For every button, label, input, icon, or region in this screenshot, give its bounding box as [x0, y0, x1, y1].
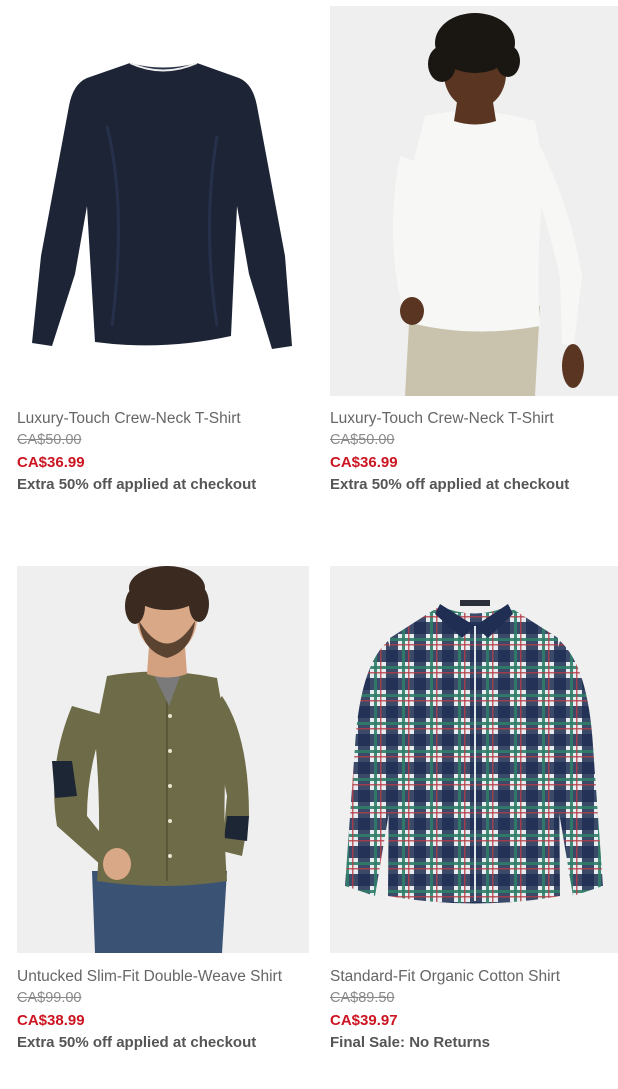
original-price: CA$50.00 [17, 430, 309, 451]
product-name[interactable]: Luxury-Touch Crew-Neck T-Shirt [330, 409, 618, 429]
product-grid: Luxury-Touch Crew-Neck T-Shirt CA$50.00 … [0, 0, 618, 1089]
promo-text: Extra 50% off applied at checkout [330, 474, 618, 496]
original-price: CA$99.00 [17, 988, 309, 1009]
plaid-button-shirt-image [330, 566, 618, 953]
sale-price: CA$36.99 [17, 451, 309, 474]
product-card[interactable]: Luxury-Touch Crew-Neck T-Shirt CA$50.00 … [330, 6, 618, 496]
promo-text: Final Sale: No Returns [330, 1032, 618, 1054]
sale-price: CA$38.99 [17, 1009, 309, 1032]
product-image-white-tee-model[interactable] [330, 6, 618, 396]
product-image-olive-shirt-model[interactable] [17, 566, 309, 953]
sale-price: CA$36.99 [330, 451, 618, 474]
product-image-navy-tee[interactable] [17, 6, 309, 396]
product-card[interactable]: Luxury-Touch Crew-Neck T-Shirt CA$50.00 … [17, 6, 309, 496]
product-card[interactable]: Standard-Fit Organic Cotton Shirt CA$89.… [330, 566, 618, 1054]
model-white-long-sleeve-tee-image [330, 6, 618, 396]
product-name[interactable]: Luxury-Touch Crew-Neck T-Shirt [17, 409, 309, 429]
promo-text: Extra 50% off applied at checkout [17, 474, 309, 496]
product-name[interactable]: Untucked Slim-Fit Double-Weave Shirt [17, 967, 309, 987]
sale-price: CA$39.97 [330, 1009, 618, 1032]
original-price: CA$89.50 [330, 988, 618, 1009]
product-image-plaid-shirt[interactable] [330, 566, 618, 953]
navy-long-sleeve-tee-image [17, 6, 309, 396]
model-olive-button-shirt-image [17, 566, 309, 953]
promo-text: Extra 50% off applied at checkout [17, 1032, 309, 1054]
product-card[interactable]: Untucked Slim-Fit Double-Weave Shirt CA$… [17, 566, 309, 1054]
product-name[interactable]: Standard-Fit Organic Cotton Shirt [330, 967, 618, 987]
original-price: CA$50.00 [330, 430, 618, 451]
